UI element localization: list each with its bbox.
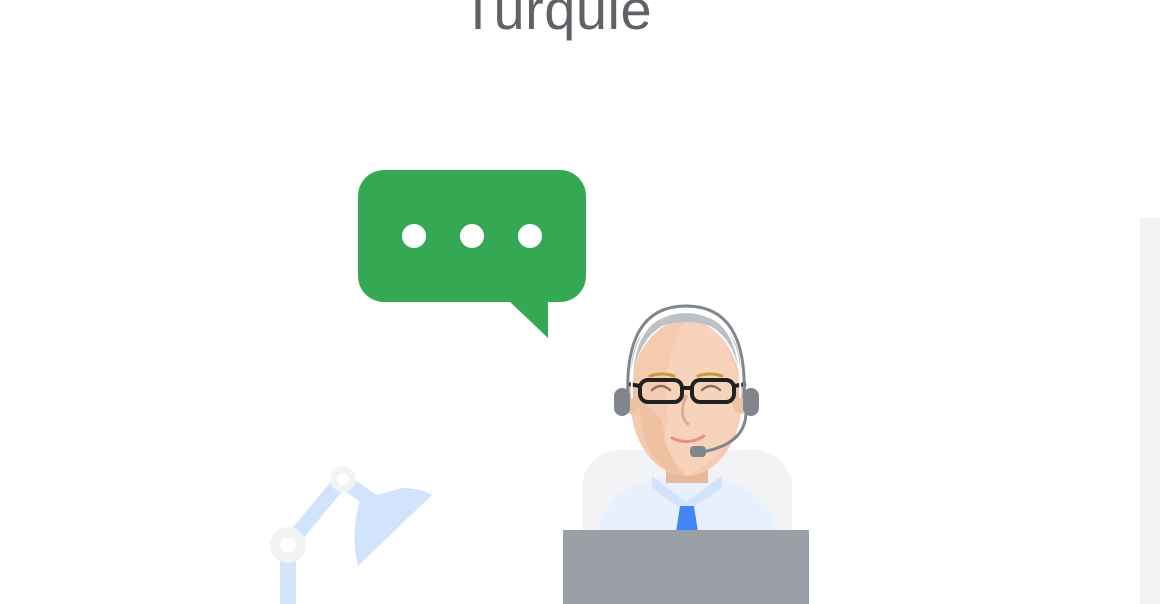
page: Turquie [0, 0, 1175, 604]
support-agent-avatar [598, 312, 776, 532]
typing-dot-2 [460, 224, 484, 248]
side-panel [1140, 218, 1160, 604]
typing-dot-1 [402, 224, 426, 248]
desk-lamp-icon [270, 466, 432, 604]
support-agent-illustration [270, 170, 809, 604]
typing-dot-3 [518, 224, 542, 248]
laptop-icon [563, 530, 809, 604]
chat-bubble-icon [358, 170, 586, 338]
